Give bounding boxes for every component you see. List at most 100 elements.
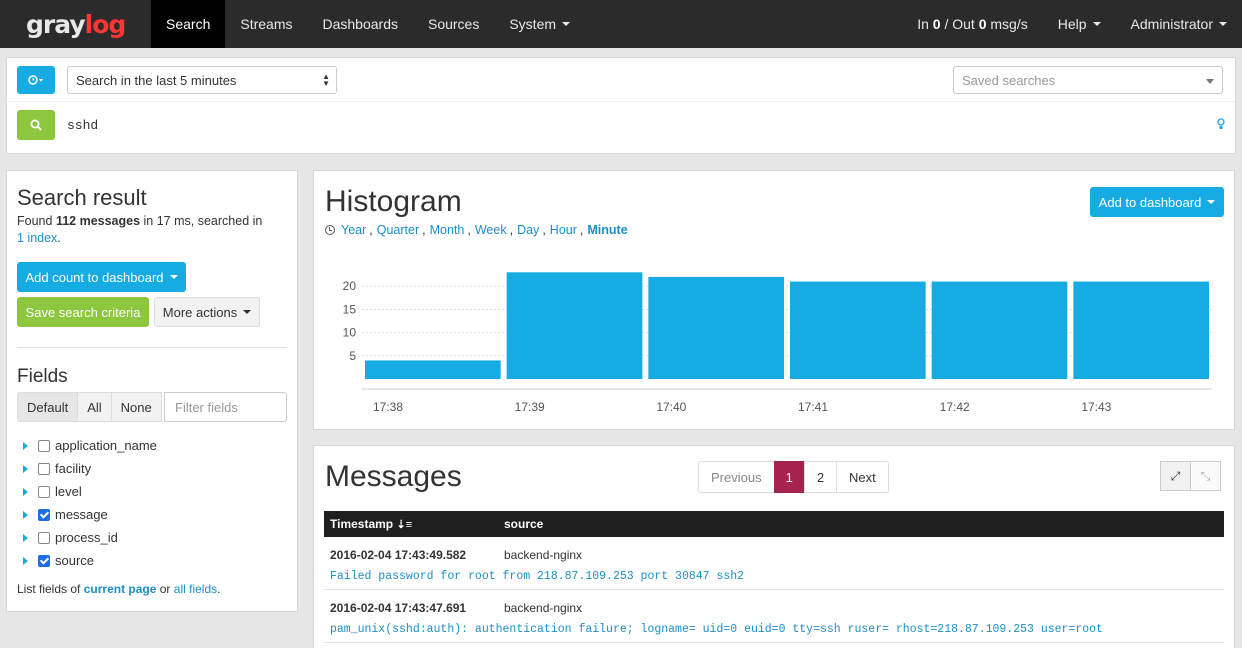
- index-link[interactable]: 1 index: [17, 231, 57, 245]
- resolution-separator: ,: [422, 223, 426, 237]
- time-range-select[interactable]: Search in the last 5 minutes ▲ ▼: [67, 66, 337, 94]
- throughput-unit: msg/s: [990, 16, 1028, 32]
- field-item[interactable]: level: [23, 480, 157, 503]
- search-submit-button[interactable]: [17, 110, 55, 140]
- caret-right-icon[interactable]: [23, 487, 28, 496]
- resolution-quarter[interactable]: Quarter: [377, 223, 419, 237]
- chevron-down-icon: [243, 310, 252, 314]
- field-checkbox[interactable]: [38, 508, 50, 521]
- column-header-timestamp[interactable]: Timestamp ⇣≡: [324, 517, 504, 531]
- search-query-input[interactable]: sshd: [67, 118, 98, 133]
- resolution-week[interactable]: Week: [475, 223, 507, 237]
- resolution-year[interactable]: Year: [341, 223, 366, 237]
- histogram-bar[interactable]: [365, 360, 501, 379]
- lightbulb-icon[interactable]: [1217, 118, 1225, 133]
- field-item[interactable]: application_name: [23, 434, 157, 457]
- page-1-button[interactable]: 1: [773, 461, 805, 493]
- field-item[interactable]: facility: [23, 457, 157, 480]
- next-page-button[interactable]: Next: [836, 461, 889, 493]
- resolution-separator: ,: [579, 223, 584, 237]
- pagination: Previous 1 2 Next: [698, 461, 889, 493]
- nav-system[interactable]: System: [494, 0, 585, 48]
- more-actions-label: More actions: [162, 304, 238, 320]
- graylog-logo[interactable]: gray log: [0, 0, 151, 48]
- search-result-title: Search result: [17, 185, 147, 210]
- field-name: level: [55, 484, 82, 499]
- messages-table: Timestamp ⇣≡ source 2016-02-04 17:43:49.…: [324, 511, 1224, 643]
- search-bar-panel: Search in the last 5 minutes ▲ ▼ Saved se…: [6, 57, 1236, 154]
- save-search-criteria-button[interactable]: Save search criteria: [17, 297, 149, 327]
- throughput-out-label: / Out: [944, 16, 975, 32]
- histogram-bar[interactable]: [1073, 281, 1209, 379]
- nav-help[interactable]: Help: [1043, 0, 1116, 48]
- resolution-minute[interactable]: Minute: [587, 223, 627, 237]
- table-row[interactable]: 2016-02-04 17:43:47.691 backend-nginx pa…: [324, 590, 1224, 643]
- caret-right-icon[interactable]: [23, 510, 28, 519]
- chevron-down-icon: [169, 275, 178, 279]
- current-page-link[interactable]: current page: [84, 582, 157, 596]
- expand-icon[interactable]: ⤢: [1160, 461, 1191, 491]
- field-name: message: [55, 507, 108, 522]
- more-actions-button[interactable]: More actions: [154, 297, 260, 327]
- page-2-button[interactable]: 2: [803, 461, 838, 493]
- caret-right-icon[interactable]: [23, 556, 28, 565]
- found-end: .: [57, 231, 61, 245]
- nav-streams[interactable]: Streams: [225, 0, 307, 48]
- message-view-toggle: ⤢ ⤡: [1160, 461, 1221, 491]
- resolution-hour[interactable]: Hour: [550, 223, 577, 237]
- previous-page-button[interactable]: Previous: [698, 461, 775, 493]
- histogram-bar[interactable]: [790, 281, 926, 379]
- nav-dashboards[interactable]: Dashboards: [307, 0, 413, 48]
- resolution-separator: ,: [467, 223, 471, 237]
- field-filter-tabs: Default All None: [17, 392, 162, 422]
- caret-right-icon[interactable]: [23, 533, 28, 542]
- saved-searches-select[interactable]: Saved searches: [953, 66, 1223, 94]
- field-item[interactable]: message: [23, 503, 157, 526]
- nav-search[interactable]: Search: [151, 0, 226, 48]
- save-search-label: Save search criteria: [25, 304, 141, 320]
- column-header-source[interactable]: source: [504, 517, 543, 531]
- messages-panel: Messages Previous 1 2 Next ⤢ ⤡ Timestamp…: [313, 445, 1235, 648]
- all-fields-link[interactable]: all fields: [174, 582, 217, 596]
- logo-text-log: log: [84, 9, 127, 39]
- field-checkbox[interactable]: [38, 485, 50, 498]
- resolution-month[interactable]: Month: [430, 223, 465, 237]
- field-checkbox[interactable]: [38, 531, 50, 544]
- chevron-down-icon: [1092, 22, 1101, 26]
- divider: [7, 101, 1235, 102]
- histogram-bar[interactable]: [648, 276, 784, 379]
- filter-none-button[interactable]: None: [110, 392, 162, 422]
- throughput-in-value: 0: [932, 16, 941, 32]
- field-checkbox[interactable]: [38, 462, 50, 475]
- list-fields-note: List fields of current page or all field…: [17, 582, 220, 596]
- divider: [17, 347, 287, 348]
- collapse-icon[interactable]: ⤡: [1190, 461, 1221, 491]
- field-checkbox[interactable]: [38, 554, 50, 567]
- nav-user-menu[interactable]: Administrator: [1116, 0, 1242, 48]
- sort-icon[interactable]: ⇣≡: [396, 519, 412, 531]
- time-range-type-button[interactable]: [17, 66, 55, 94]
- table-row[interactable]: 2016-02-04 17:43:49.582 backend-nginx Fa…: [324, 537, 1224, 590]
- chevron-down-icon: [562, 22, 571, 26]
- field-name: application_name: [55, 438, 157, 453]
- x-tick-label: 17:39: [515, 400, 545, 414]
- filter-all-button[interactable]: All: [77, 392, 112, 422]
- add-count-to-dashboard-button[interactable]: Add count to dashboard: [17, 262, 186, 292]
- nav-sources[interactable]: Sources: [413, 0, 494, 48]
- field-checkbox[interactable]: [38, 439, 50, 452]
- histogram-bar[interactable]: [931, 281, 1068, 379]
- caret-right-icon[interactable]: [23, 464, 28, 473]
- add-to-dashboard-button[interactable]: Add to dashboard: [1090, 187, 1224, 217]
- filter-default-button[interactable]: Default: [17, 392, 79, 422]
- field-item[interactable]: source: [23, 549, 157, 572]
- x-tick-label: 17:41: [798, 400, 828, 414]
- resolution-day[interactable]: Day: [517, 223, 539, 237]
- field-item[interactable]: process_id: [23, 526, 157, 549]
- caret-right-icon[interactable]: [23, 441, 28, 450]
- filter-fields-input[interactable]: Filter fields: [164, 392, 287, 422]
- histogram-title: Histogram: [325, 185, 462, 218]
- nav-system-label: System: [509, 16, 557, 32]
- histogram-resolution-selector: Year, Quarter, Month, Week, Day, Hour, Minute: [325, 223, 631, 237]
- histogram-bar[interactable]: [506, 272, 643, 379]
- nav-help-label: Help: [1057, 16, 1087, 32]
